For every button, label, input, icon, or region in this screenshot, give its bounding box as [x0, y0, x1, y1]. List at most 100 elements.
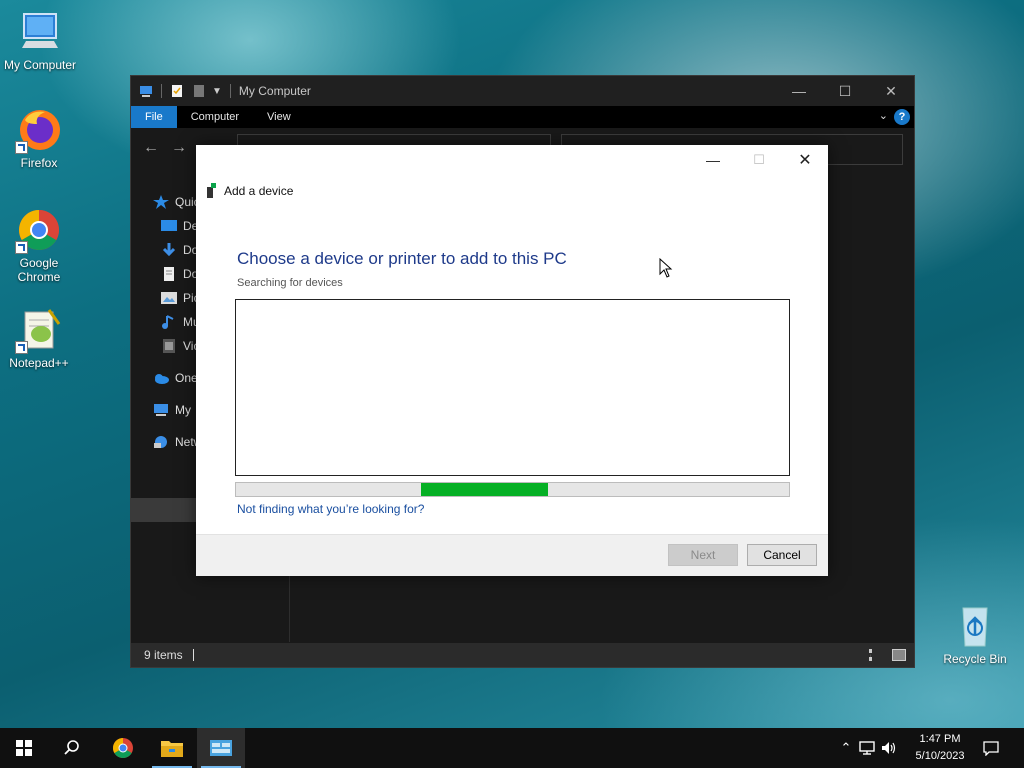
cancel-button[interactable]: Cancel: [747, 544, 817, 566]
search-icon: [64, 740, 79, 755]
explorer-titlebar[interactable]: ▼ My Computer — ☐ ✕: [131, 76, 914, 106]
downloads-icon: [162, 243, 176, 257]
clock-time: 1:47 PM: [919, 733, 961, 745]
desktop-icon-google-chrome[interactable]: Google Chrome: [0, 206, 79, 284]
progress-fill: [421, 483, 549, 496]
desktop-icon-recycle-bin[interactable]: Recycle Bin: [935, 602, 1015, 666]
desktop-icon-label: Recycle Bin: [943, 652, 1007, 666]
tab-view[interactable]: View: [253, 106, 305, 128]
chrome-icon: [15, 206, 63, 254]
close-button[interactable]: ✕: [782, 145, 828, 175]
desktop-icon-label: My Computer: [3, 58, 77, 72]
nav-item-label: My: [175, 403, 191, 417]
details-view-icon[interactable]: [869, 649, 886, 661]
clock[interactable]: 1:47 PM 5/10/2023: [902, 731, 978, 765]
show-hidden-icons-icon[interactable]: ⌃: [836, 740, 856, 756]
shortcut-arrow-icon: [15, 341, 28, 354]
expand-ribbon-icon[interactable]: ⌄: [879, 109, 888, 122]
minimize-button[interactable]: —: [776, 76, 822, 106]
properties-icon[interactable]: [170, 85, 184, 97]
star-icon: [153, 195, 169, 209]
tab-file[interactable]: File: [131, 106, 177, 128]
videos-icon: [163, 339, 175, 353]
notifications-button[interactable]: [968, 728, 1014, 768]
recycle-bin-icon: [951, 602, 999, 650]
forward-arrow-icon[interactable]: →: [171, 139, 187, 157]
large-icons-view-icon[interactable]: [892, 649, 906, 661]
minimize-button[interactable]: —: [690, 145, 736, 175]
divider: [192, 649, 194, 661]
quick-access-dropdown-icon[interactable]: ▼: [212, 86, 222, 97]
desktop-icon-notepad-plus-plus[interactable]: Notepad++: [0, 306, 79, 370]
window-title: My Computer: [238, 84, 311, 98]
firefox-icon: [15, 106, 63, 154]
computer-icon: [140, 86, 152, 97]
maximize-button[interactable]: ☐: [822, 76, 868, 106]
network-icon: [154, 436, 167, 448]
back-arrow-icon[interactable]: ←: [143, 139, 159, 157]
search-status-text: Searching for devices: [237, 277, 343, 289]
nav-item-onedrive[interactable]: One: [153, 368, 198, 388]
onedrive-icon: [155, 374, 169, 384]
taskbar-file-explorer[interactable]: [148, 728, 196, 768]
dialog-header: Add a device: [206, 183, 293, 199]
clock-date: 5/10/2023: [915, 750, 965, 762]
music-icon: [162, 315, 174, 329]
nav-item-music[interactable]: Mu: [161, 312, 200, 332]
nav-item-downloads[interactable]: Do: [161, 240, 198, 260]
computer-icon: [154, 404, 168, 416]
not-finding-link[interactable]: Not finding what you’re looking for?: [237, 502, 424, 516]
close-button[interactable]: ✕: [868, 76, 914, 106]
chrome-icon: [113, 738, 133, 758]
shortcut-arrow-icon: [15, 141, 28, 154]
nav-item-quick-access[interactable]: Quic: [153, 192, 200, 212]
search-button[interactable]: [48, 728, 96, 768]
divider: [229, 84, 231, 98]
desktop-icon-my-computer[interactable]: My Computer: [0, 8, 80, 72]
desktop-folder-icon: [161, 220, 177, 231]
device-list[interactable]: [235, 299, 790, 476]
next-button[interactable]: Next: [668, 544, 738, 566]
nav-item-network[interactable]: Netw: [153, 432, 202, 452]
taskbar: ⌃ 1:47 PM 5/10/2023: [0, 728, 1024, 768]
desktop-icon-label: Firefox: [20, 156, 58, 170]
status-bar: 9 items: [131, 643, 914, 667]
tab-computer[interactable]: Computer: [177, 106, 253, 128]
new-folder-icon[interactable]: [192, 85, 206, 97]
nav-item-documents[interactable]: Do: [161, 264, 198, 284]
add-device-icon: [207, 183, 216, 198]
network-icon[interactable]: [858, 740, 876, 756]
nav-item-my-computer[interactable]: My: [153, 400, 191, 420]
notification-icon: [983, 741, 999, 756]
dialog-heading: Choose a device or printer to add to thi…: [237, 249, 567, 268]
add-device-dialog[interactable]: — ☐ ✕ Add a device Choose a device or pr…: [196, 145, 828, 576]
divider: [161, 84, 162, 98]
computer-icon: [16, 8, 64, 56]
desktop-icon-label: Notepad++: [9, 356, 69, 370]
start-button[interactable]: [0, 728, 48, 768]
pictures-icon: [161, 292, 177, 304]
desktop-icon-label: Google Chrome: [17, 256, 61, 284]
nav-item-desktop[interactable]: De: [161, 216, 198, 236]
nav-item-pictures[interactable]: Pic: [161, 288, 200, 308]
search-progress-bar: [235, 482, 790, 497]
windows-logo-icon: [16, 740, 32, 756]
volume-icon[interactable]: [880, 740, 898, 756]
dialog-footer: Next Cancel: [196, 534, 828, 576]
item-count: 9 items: [144, 648, 183, 662]
nav-item-videos[interactable]: Vic: [161, 336, 199, 356]
taskbar-add-device[interactable]: [197, 728, 245, 768]
taskbar-chrome[interactable]: [99, 728, 147, 768]
help-icon[interactable]: ?: [894, 109, 910, 125]
mouse-cursor-icon: [659, 258, 673, 278]
ribbon-tabs: File Computer View ⌄ ?: [131, 106, 914, 128]
shortcut-arrow-icon: [15, 241, 28, 254]
desktop-icon-firefox[interactable]: Firefox: [0, 106, 79, 170]
nav-item-label: One: [175, 371, 198, 385]
notepad-plus-plus-icon: [15, 306, 63, 354]
dialog-title: Add a device: [224, 184, 294, 198]
folder-icon: [161, 741, 183, 757]
control-panel-icon: [210, 740, 232, 756]
documents-icon: [164, 267, 174, 281]
maximize-button: ☐: [753, 152, 765, 167]
